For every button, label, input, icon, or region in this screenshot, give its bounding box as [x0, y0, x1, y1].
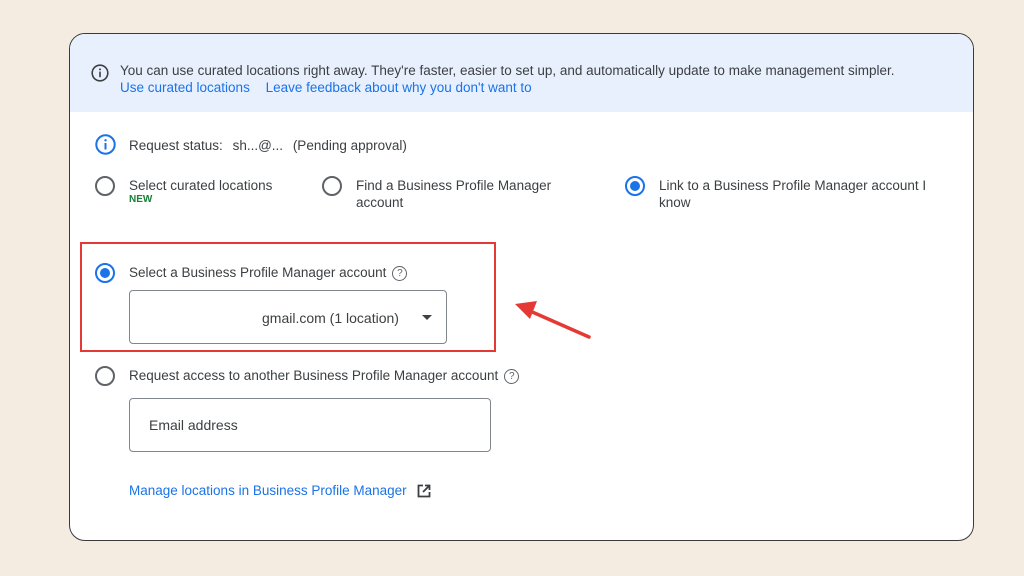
dropdown-arrow-icon	[422, 315, 432, 320]
banner-message: You can use curated locations right away…	[120, 63, 895, 78]
option-curated-locations-label: Select curated locations	[129, 178, 273, 193]
account-dropdown-value: gmail.com (1 location)	[262, 310, 399, 326]
request-status-label: Request status:	[129, 138, 223, 153]
option-link-business-profile-manager[interactable]: Link to a Business Profile Manager accou…	[659, 177, 959, 211]
radio-select-business-profile-manager-account[interactable]	[95, 263, 115, 283]
manage-locations-link[interactable]: Manage locations in Business Profile Man…	[129, 483, 407, 498]
new-badge: NEW	[129, 194, 153, 205]
help-icon[interactable]: ?	[504, 368, 520, 384]
radio-select-curated-locations[interactable]	[95, 176, 115, 196]
external-link-icon[interactable]	[416, 483, 432, 499]
option-curated-locations[interactable]: Select curated locations NEW	[129, 177, 309, 206]
account-dropdown[interactable]: gmail.com (1 location)	[129, 290, 447, 344]
info-icon	[91, 64, 109, 82]
use-curated-locations-link[interactable]: Use curated locations	[120, 80, 250, 95]
manage-locations[interactable]: Manage locations in Business Profile Man…	[129, 483, 432, 499]
request-access-label: Request access to another Business Profi…	[129, 367, 520, 384]
help-icon[interactable]: ?	[392, 265, 408, 281]
email-address-input[interactable]	[129, 398, 491, 452]
info-banner: You can use curated locations right away…	[70, 34, 973, 112]
radio-find-business-profile-manager[interactable]	[322, 176, 342, 196]
option-find-business-profile-manager[interactable]: Find a Business Profile Manager account	[356, 177, 586, 211]
radio-link-business-profile-manager[interactable]	[625, 176, 645, 196]
request-status: Request status: sh...@... (Pending appro…	[129, 138, 407, 153]
radio-request-access[interactable]	[95, 366, 115, 386]
info-icon	[95, 134, 116, 155]
select-account-label: Select a Business Profile Manager accoun…	[129, 264, 408, 281]
select-account-label-text: Select a Business Profile Manager accoun…	[129, 265, 387, 280]
request-status-state: (Pending approval)	[292, 138, 407, 153]
leave-feedback-link[interactable]: Leave feedback about why you don't want …	[266, 80, 532, 95]
settings-card: You can use curated locations right away…	[69, 33, 974, 541]
banner-links: Use curated locations Leave feedback abo…	[120, 80, 532, 95]
request-status-account: sh...@...	[232, 138, 284, 153]
request-access-label-text: Request access to another Business Profi…	[129, 368, 499, 383]
